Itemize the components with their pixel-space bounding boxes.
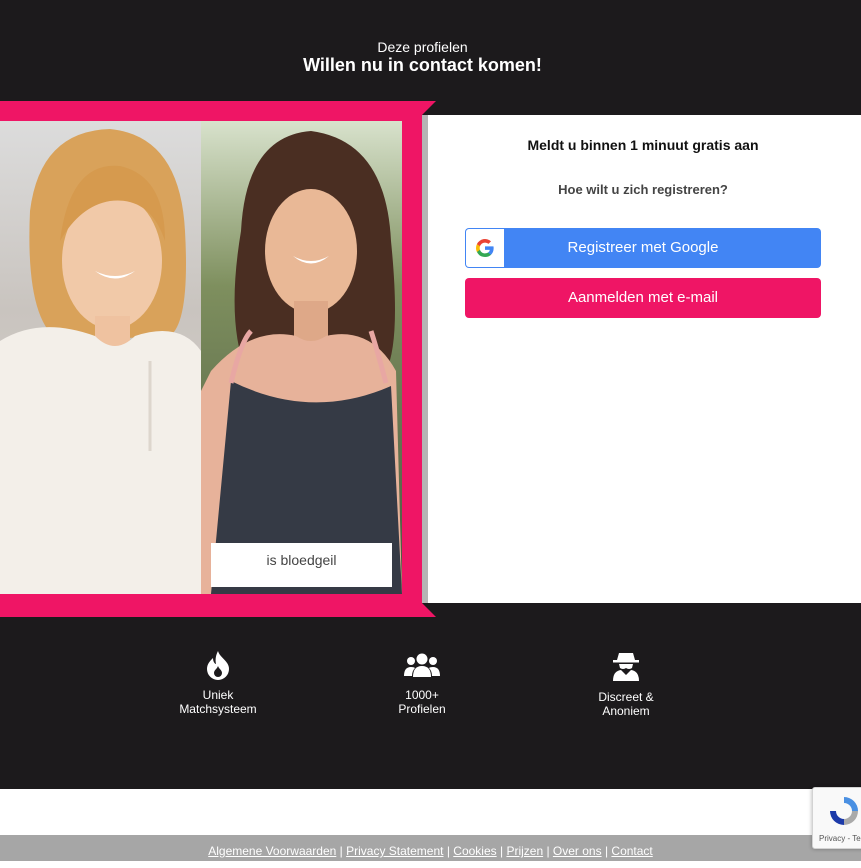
feature-profiles-line2: Profielen: [398, 702, 446, 716]
spy-icon: [613, 653, 639, 681]
footer-link-terms[interactable]: Algemene Voorwaarden: [208, 844, 336, 858]
google-register-button[interactable]: Registreer met Google: [465, 228, 821, 268]
email-register-button[interactable]: Aanmelden met e-mail: [465, 278, 821, 318]
frame-corner-top: [422, 101, 436, 115]
footer-link-about[interactable]: Over ons: [553, 844, 602, 858]
google-register-label: Registreer met Google: [567, 239, 719, 256]
flame-icon: [207, 651, 229, 680]
feature-match-line2: Matchsysteem: [179, 702, 257, 716]
feature-discreet: Discreet & Anoniem: [566, 650, 686, 718]
feature-discreet-line1: Discreet &: [598, 690, 654, 704]
footer-link-cookies[interactable]: Cookies: [453, 844, 496, 858]
google-logo-icon: [466, 229, 504, 267]
signup-title: Meldt u binnen 1 minuut gratis aan: [527, 137, 759, 153]
email-register-label: Aanmelden met e-mail: [567, 289, 719, 306]
footer: Algemene Voorwaarden | Privacy Statement…: [0, 835, 861, 861]
spacer-band: [0, 789, 861, 835]
profile-photo-1[interactable]: [0, 121, 201, 594]
hero-subtitle: Deze profielen: [377, 39, 468, 55]
signup-question: Hoe wilt u zich registreren?: [558, 182, 728, 197]
footer-link-contact[interactable]: Contact: [611, 844, 652, 858]
frame-corner-bottom: [422, 603, 436, 617]
feature-profiles-line1: 1000+: [405, 688, 439, 702]
signup-panel: Meldt u binnen 1 minuut gratis aan Hoe w…: [428, 115, 861, 603]
feature-profiles: 1000+ Profielen: [362, 650, 482, 716]
feature-match-line1: Uniek: [202, 688, 234, 702]
recaptcha-icon: [830, 797, 858, 825]
recaptcha-text: Privacy - Te: [819, 834, 861, 843]
profile-caption: is bloedgeil: [211, 543, 392, 587]
users-icon: [404, 653, 440, 677]
footer-link-privacy[interactable]: Privacy Statement: [346, 844, 443, 858]
profile-photo-2[interactable]: [201, 121, 402, 594]
feature-discreet-line2: Anoniem: [602, 704, 650, 718]
feature-match: Uniek Matchsysteem: [158, 650, 278, 716]
hero-section: Deze profielen Willen nu in contact kome…: [0, 0, 861, 789]
recaptcha-badge[interactable]: Privacy - Te: [812, 787, 861, 849]
hero-title: Willen nu in contact komen!: [303, 55, 542, 75]
footer-link-prices[interactable]: Prijzen: [506, 844, 543, 858]
